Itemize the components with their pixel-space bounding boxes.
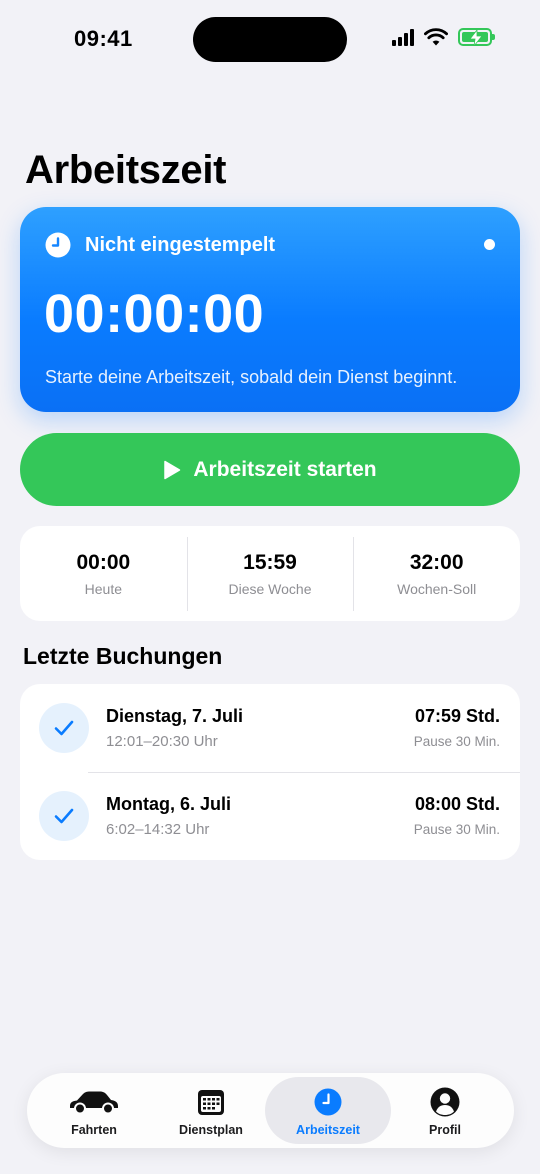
stat-today: 00:00 Heute: [20, 537, 187, 611]
play-icon: [164, 460, 181, 479]
status-time: 09:41: [74, 26, 133, 51]
timer-value: 00:00:00: [44, 284, 265, 344]
tab-label: Dienstplan: [179, 1123, 243, 1137]
stat-label: Diese Woche: [228, 580, 312, 597]
cellular-signal-icon: [392, 28, 414, 46]
wifi-icon: [424, 28, 448, 46]
battery-charging-icon: [458, 28, 495, 46]
timer-status-label: Nicht eingestempelt: [85, 233, 276, 256]
booking-time: 12:01–20:30 Uhr: [106, 733, 218, 750]
calendar-icon: [197, 1087, 225, 1117]
tab-label: Profil: [429, 1123, 461, 1137]
person-icon: [430, 1087, 460, 1117]
dynamic-island: [193, 17, 347, 62]
stat-label: Wochen-Soll: [397, 580, 477, 597]
tab-label: Fahrten: [71, 1123, 117, 1137]
tab-fahrten[interactable]: Fahrten: [31, 1077, 157, 1144]
booking-row[interactable]: Dienstag, 7. Juli 12:01–20:30 Uhr 07:59 …: [20, 684, 520, 772]
stat-value: 15:59: [243, 550, 297, 574]
booking-hours: 08:00 Std.: [414, 794, 500, 814]
timer-hint: Starte deine Arbeitszeit, sobald dein Di…: [45, 367, 458, 387]
status-icons: [392, 28, 495, 46]
checkmark-icon: [39, 791, 89, 841]
timer-card: Nicht eingestempelt 00:00:00 Starte dein…: [20, 207, 520, 412]
stat-value: 00:00: [76, 550, 131, 574]
stat-value: 32:00: [409, 550, 464, 574]
car-icon: [68, 1087, 120, 1117]
tab-arbeitszeit[interactable]: Arbeitszeit: [265, 1077, 391, 1144]
booking-row[interactable]: Montag, 6. Juli 6:02–14:32 Uhr 08:00 Std…: [20, 772, 520, 860]
clock-icon: [45, 232, 71, 258]
booking-pause: Pause 30 Min.: [413, 822, 500, 837]
booking-time: 6:02–14:32 Uhr: [106, 821, 210, 838]
stat-weekly-target: 32:00 Wochen-Soll: [353, 536, 520, 611]
checkmark-icon: [39, 703, 89, 753]
section-title-recent-bookings: Letzte Buchungen: [23, 643, 223, 669]
page-title: Arbeitszeit: [25, 148, 227, 192]
tab-profil[interactable]: Profil: [382, 1077, 508, 1144]
stat-label: Heute: [84, 580, 123, 597]
stats-card: 00:00 Heute 15:59 Diese Woche 32:00 Woch…: [20, 526, 520, 621]
booking-date: Montag, 6. Juli: [106, 794, 232, 814]
screen: 09:41 Arbeitszeit Nicht eingestempelt 00…: [0, 0, 540, 1174]
booking-hours: 07:59 Std.: [414, 706, 500, 726]
booking-date: Dienstag, 7. Juli: [106, 706, 244, 726]
status-dot: [484, 239, 495, 250]
booking-pause: Pause 30 Min.: [413, 734, 500, 749]
tab-label: Arbeitszeit: [296, 1123, 360, 1137]
tab-bar: Fahrten Dienstplan Arbeitszeit Profil: [27, 1073, 514, 1148]
timer-status: Nicht eingestempelt: [45, 232, 275, 258]
stat-this-week: 15:59 Diese Woche: [186, 536, 354, 611]
tab-dienstplan[interactable]: Dienstplan: [148, 1077, 274, 1144]
bookings-list: Dienstag, 7. Juli 12:01–20:30 Uhr 07:59 …: [20, 684, 520, 860]
clock-icon: [314, 1087, 342, 1117]
start-work-button[interactable]: Arbeitszeit starten: [20, 433, 520, 506]
start-work-label: Arbeitszeit starten: [193, 457, 377, 481]
